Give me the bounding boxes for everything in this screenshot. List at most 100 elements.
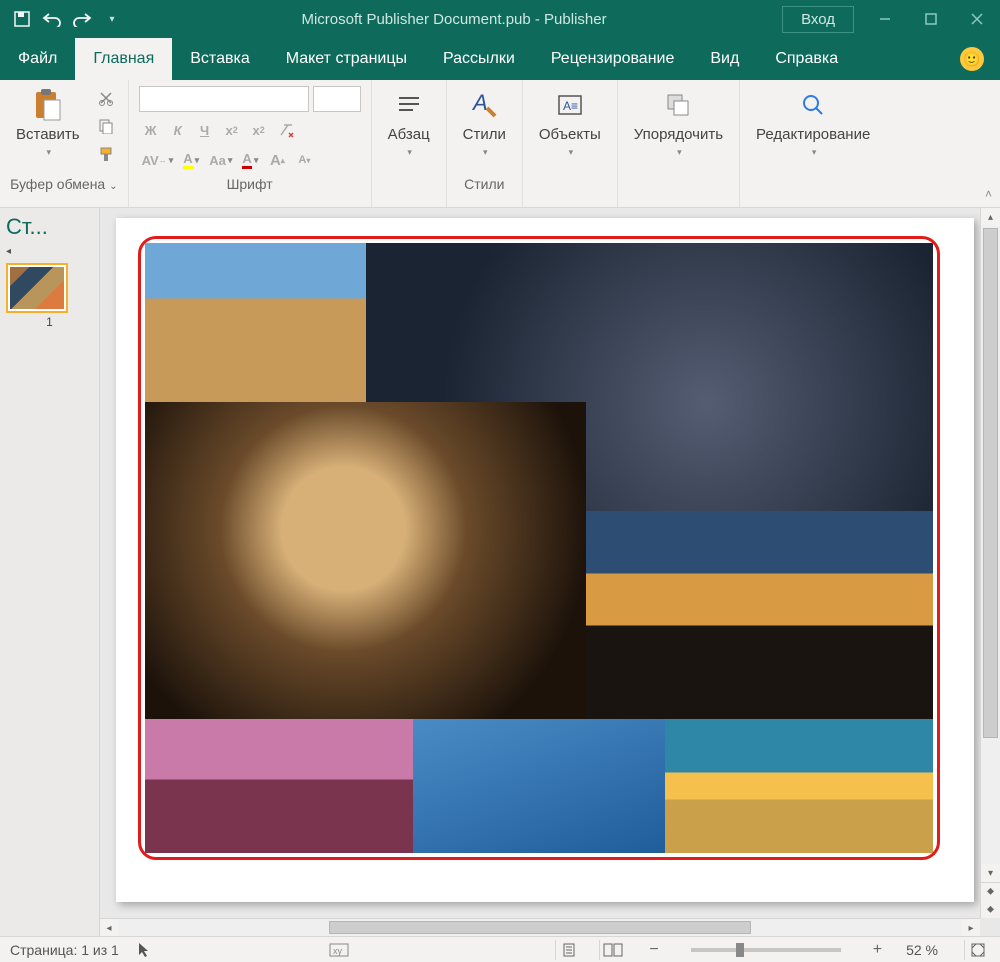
chevron-down-icon: ▾	[47, 147, 52, 158]
objects-button[interactable]: A≡ Объекты ▾	[533, 86, 607, 160]
window-title: Microsoft Publisher Document.pub - Publi…	[126, 11, 782, 28]
tab-page-layout[interactable]: Макет страницы	[268, 38, 425, 80]
cut-icon[interactable]	[94, 86, 118, 110]
collage-image-cheetah[interactable]	[145, 402, 586, 719]
chevron-left-icon[interactable]: ◂	[6, 246, 93, 257]
save-icon[interactable]	[8, 5, 36, 33]
page-indicator[interactable]: Страница: 1 из 1	[10, 942, 119, 958]
maximize-button[interactable]	[908, 0, 954, 38]
tab-help[interactable]: Справка	[757, 38, 856, 80]
pointer-mode-icon[interactable]	[137, 942, 151, 958]
svg-text:A: A	[471, 90, 488, 115]
scroll-track[interactable]	[981, 226, 1000, 864]
feedback-smiley-icon[interactable]: 🙂	[960, 47, 984, 71]
scroll-left-icon[interactable]: ◂	[100, 919, 118, 936]
bold-button[interactable]: Ж	[139, 118, 163, 142]
ribbon-group-objects: A≡ Объекты ▾	[523, 80, 618, 207]
search-icon	[796, 88, 830, 122]
collage-image-bokeh[interactable]	[586, 511, 933, 718]
paragraph-label: Абзац	[388, 126, 430, 143]
change-case-button[interactable]: Aa▾	[206, 148, 235, 172]
scroll-up-icon[interactable]: ▴	[981, 208, 1000, 226]
editing-button[interactable]: Редактирование ▾	[750, 86, 876, 160]
tab-file[interactable]: Файл	[0, 38, 75, 80]
font-name-combo[interactable]	[139, 86, 309, 112]
next-page-icon[interactable]: ⬥	[981, 900, 1000, 918]
italic-button[interactable]: К	[166, 118, 190, 142]
pages-pane-title: Ст...	[6, 214, 48, 240]
zoom-out-button[interactable]: −	[643, 941, 664, 959]
styles-label: Стили	[463, 126, 506, 143]
svg-text:A≡: A≡	[563, 99, 578, 113]
char-spacing-button[interactable]: AV↔▾	[139, 148, 177, 172]
font-size-combo[interactable]	[313, 86, 361, 112]
scroll-down-icon[interactable]: ▾	[981, 864, 1000, 882]
clear-formatting-icon[interactable]	[274, 118, 298, 142]
format-painter-icon[interactable]	[94, 142, 118, 166]
zoom-slider[interactable]	[691, 948, 841, 952]
grow-font-button[interactable]: A▴	[265, 148, 289, 172]
paragraph-button[interactable]: Абзац ▾	[382, 86, 436, 160]
tab-mailings[interactable]: Рассылки	[425, 38, 533, 80]
chevron-down-icon: ▾	[677, 147, 682, 158]
page-thumbnail[interactable]	[6, 263, 68, 313]
tab-insert[interactable]: Вставка	[172, 38, 267, 80]
scroll-right-icon[interactable]: ▸	[962, 919, 980, 936]
vertical-scrollbar[interactable]: ▴ ▾ ⬥ ⬥	[980, 208, 1000, 918]
font-color-button[interactable]: A▾	[238, 148, 262, 172]
underline-button[interactable]: Ч	[193, 118, 217, 142]
chevron-down-icon: ▾	[812, 147, 817, 158]
status-bar: Страница: 1 из 1 xy − + 52 %	[0, 936, 1000, 962]
arrange-button[interactable]: Упорядочить ▾	[628, 86, 729, 160]
redo-icon[interactable]	[68, 5, 96, 33]
tab-view[interactable]: Вид	[692, 38, 757, 80]
zoom-in-button[interactable]: +	[867, 941, 888, 959]
superscript-button[interactable]: x2	[247, 118, 271, 142]
window-controls	[862, 0, 1000, 38]
collage-image-desert[interactable]	[145, 243, 366, 402]
group-label-font: Шрифт	[139, 172, 361, 198]
page-canvas[interactable]	[116, 218, 974, 902]
undo-icon[interactable]	[38, 5, 66, 33]
tab-review[interactable]: Рецензирование	[533, 38, 693, 80]
group-label-clipboard: Буфер обмена ⌄	[10, 172, 118, 198]
pages-pane: Ст... ◂ 1	[0, 208, 100, 936]
title-bar: ▾ Microsoft Publisher Document.pub - Pub…	[0, 0, 1000, 38]
copy-icon[interactable]	[94, 114, 118, 138]
chevron-down-icon: ▾	[569, 147, 574, 158]
paste-button[interactable]: Вставить ▾	[10, 86, 86, 160]
image-collage	[145, 243, 933, 853]
ribbon-group-clipboard: Вставить ▾ Буфер обмена ⌄	[0, 80, 129, 207]
tab-home[interactable]: Главная	[75, 38, 172, 80]
scroll-track-h[interactable]	[118, 919, 962, 936]
subscript-button[interactable]: x2	[220, 118, 244, 142]
ribbon-group-paragraph: Абзац ▾	[372, 80, 447, 207]
zoom-slider-handle[interactable]	[736, 943, 744, 957]
horizontal-scrollbar[interactable]: ◂ ▸	[100, 918, 980, 936]
scroll-thumb[interactable]	[983, 228, 998, 738]
qat-customize-icon[interactable]: ▾	[98, 5, 126, 33]
selection-frame	[138, 236, 940, 860]
styles-button[interactable]: A Стили ▾	[457, 86, 512, 160]
zoom-level[interactable]: 52 %	[906, 942, 938, 958]
highlight-button[interactable]: A▾	[179, 148, 203, 172]
two-page-view-icon[interactable]	[599, 940, 625, 960]
prev-page-icon[interactable]: ⬥	[981, 882, 1000, 900]
chevron-down-icon: ▾	[407, 147, 412, 158]
signin-button[interactable]: Вход	[782, 6, 854, 33]
collapse-ribbon-icon[interactable]: ˄	[985, 187, 992, 201]
canvas-area: ▴ ▾ ⬥ ⬥ ◂ ▸	[100, 208, 1000, 936]
minimize-button[interactable]	[862, 0, 908, 38]
arrange-label: Упорядочить	[634, 126, 723, 143]
collage-image-ocean-sunset[interactable]	[665, 719, 933, 853]
svg-text:xy: xy	[333, 946, 343, 956]
fit-page-icon[interactable]	[964, 940, 990, 960]
shrink-font-button[interactable]: A▾	[292, 148, 316, 172]
object-position-icon: xy	[329, 943, 349, 957]
collage-image-tulips[interactable]	[145, 719, 413, 853]
collage-image-surfer[interactable]	[413, 719, 665, 853]
close-button[interactable]	[954, 0, 1000, 38]
paste-label: Вставить	[16, 126, 80, 143]
scroll-thumb-h[interactable]	[329, 921, 751, 934]
single-page-view-icon[interactable]	[555, 940, 581, 960]
